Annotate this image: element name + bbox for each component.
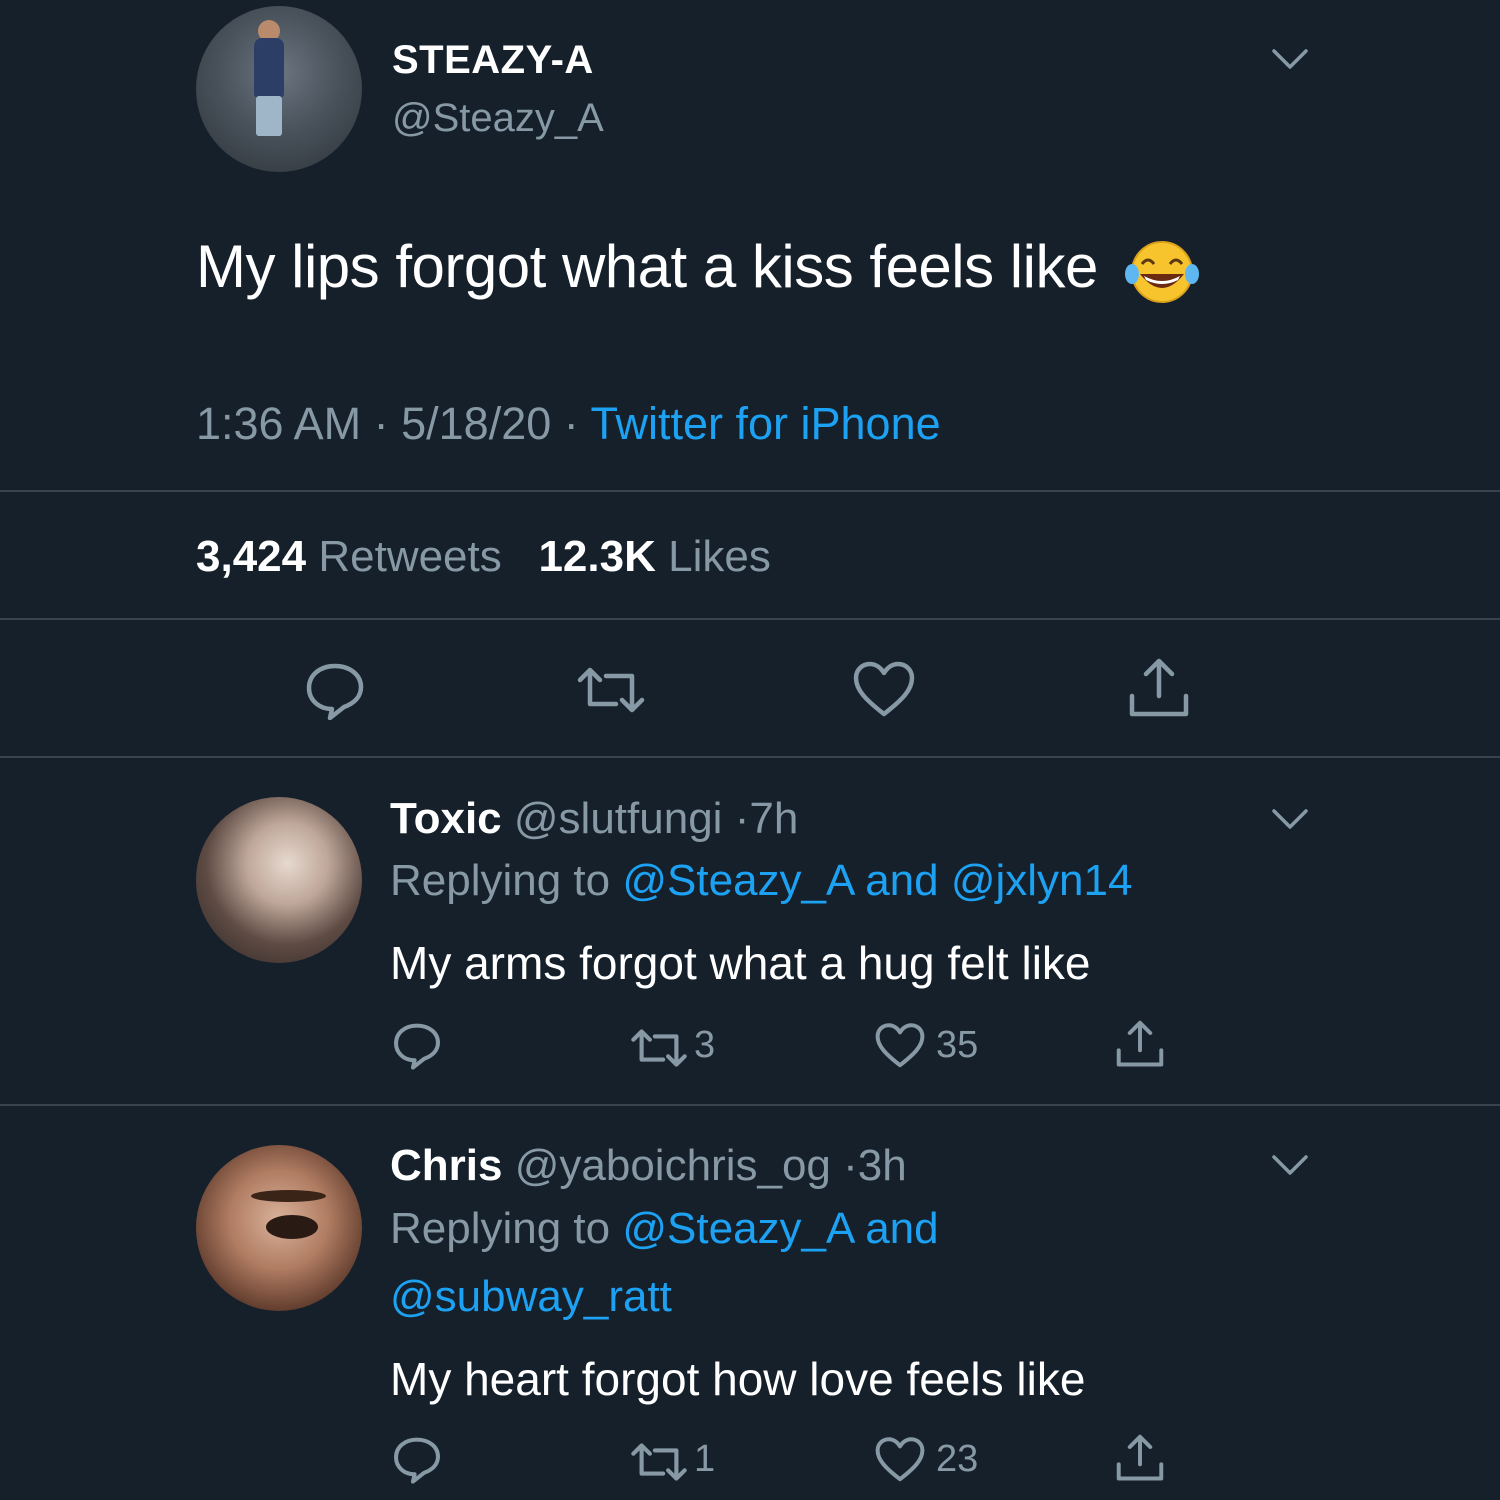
tweet-date: 5/18/20: [401, 398, 552, 449]
tweet-source-link[interactable]: Twitter for iPhone: [590, 398, 940, 449]
replying-to: Replying to @Steazy_A and @jxlyn14: [390, 856, 1132, 906]
reply-text: My arms forgot what a hug felt like: [390, 937, 1091, 989]
divider: [0, 618, 1500, 620]
meta-separator-1-text: ·: [373, 398, 402, 449]
retweet-icon[interactable]: [630, 1026, 688, 1070]
replying-to-and: and: [865, 1204, 939, 1253]
retweets-label[interactable]: Retweets: [318, 532, 501, 581]
reply-icon[interactable]: [304, 660, 366, 720]
like-count: 35: [936, 1024, 979, 1066]
reply-separator-text: ·: [843, 1141, 858, 1190]
chevron-down-icon[interactable]: [1270, 46, 1310, 72]
reply-display-name[interactable]: Chris: [390, 1141, 502, 1190]
likes-label[interactable]: Likes: [668, 532, 771, 581]
reply-display-name[interactable]: Toxic: [390, 794, 502, 843]
meta-separator-2-text: ·: [563, 398, 591, 449]
display-name[interactable]: STEAZY-A: [392, 38, 594, 83]
avatar-brow: [251, 1190, 326, 1202]
share-icon[interactable]: [1114, 1432, 1166, 1484]
avatar-figure-legs: [256, 96, 282, 136]
like-heart-icon[interactable]: [874, 1022, 926, 1070]
like-count: 23: [936, 1438, 979, 1480]
avatar-chris[interactable]: [196, 1145, 362, 1311]
replying-to-mention[interactable]: @subway_ratt: [390, 1272, 672, 1321]
likes-count[interactable]: 12.3K: [538, 532, 655, 581]
avatar-toxic[interactable]: [196, 797, 362, 963]
tweet-meta: 1:36 AM · 5/18/20 · Twitter for iPhone: [196, 398, 941, 450]
retweet-icon[interactable]: [630, 1440, 688, 1484]
user-handle[interactable]: @Steazy_A: [392, 96, 604, 141]
tweet-stats: 3,424 Retweets 12.3K Likes: [196, 532, 771, 582]
tweet-text-content: My lips forgot what a kiss feels like: [196, 233, 1098, 300]
retweet-count: 3: [694, 1024, 716, 1066]
replying-to: Replying to @Steazy_A and: [390, 1204, 939, 1254]
tweet-time: 1:36 AM: [196, 398, 362, 449]
replying-to-mention[interactable]: @jxlyn14: [951, 856, 1133, 905]
retweet-count: 1: [694, 1438, 716, 1480]
avatar-eye: [266, 1215, 318, 1239]
laughing-tears-emoji-icon: [1125, 241, 1200, 304]
replying-to-mention[interactable]: @Steazy_A: [622, 856, 853, 905]
like-heart-icon[interactable]: [852, 660, 916, 720]
replying-to-prefix: Replying to: [390, 856, 611, 905]
reply-text: My heart forgot how love feels like: [390, 1353, 1086, 1405]
retweets-count[interactable]: 3,424: [196, 532, 306, 581]
reply-header: Chris @yaboichris_og ·3h: [390, 1141, 907, 1191]
chevron-down-icon[interactable]: [1270, 806, 1310, 832]
avatar-figure-body: [254, 38, 284, 98]
reply-age: 7h: [749, 794, 799, 843]
reply-icon[interactable]: [392, 1020, 442, 1070]
reply-icon[interactable]: [392, 1434, 442, 1484]
replying-to-continued: @subway_ratt: [390, 1272, 672, 1322]
replying-to-and: and: [865, 856, 939, 905]
tweet-text: My lips forgot what a kiss feels like: [196, 232, 1200, 306]
chevron-down-icon[interactable]: [1270, 1152, 1310, 1178]
share-icon[interactable]: [1114, 1018, 1166, 1070]
retweet-icon[interactable]: [576, 664, 646, 716]
reply-age: 3h: [857, 1141, 907, 1190]
like-heart-icon[interactable]: [874, 1436, 926, 1484]
divider: [0, 490, 1500, 492]
avatar-steazy[interactable]: [196, 6, 362, 172]
divider: [0, 756, 1500, 758]
divider: [0, 1104, 1500, 1106]
share-icon[interactable]: [1126, 656, 1192, 720]
reply-handle[interactable]: @yaboichris_og: [515, 1141, 831, 1190]
reply-handle[interactable]: @slutfungi: [514, 794, 723, 843]
reply-separator-text: ·: [734, 794, 750, 843]
reply-header: Toxic @slutfungi ·7h: [390, 794, 798, 844]
replying-to-prefix: Replying to: [390, 1204, 611, 1253]
replying-to-mention[interactable]: @Steazy_A: [622, 1204, 853, 1253]
